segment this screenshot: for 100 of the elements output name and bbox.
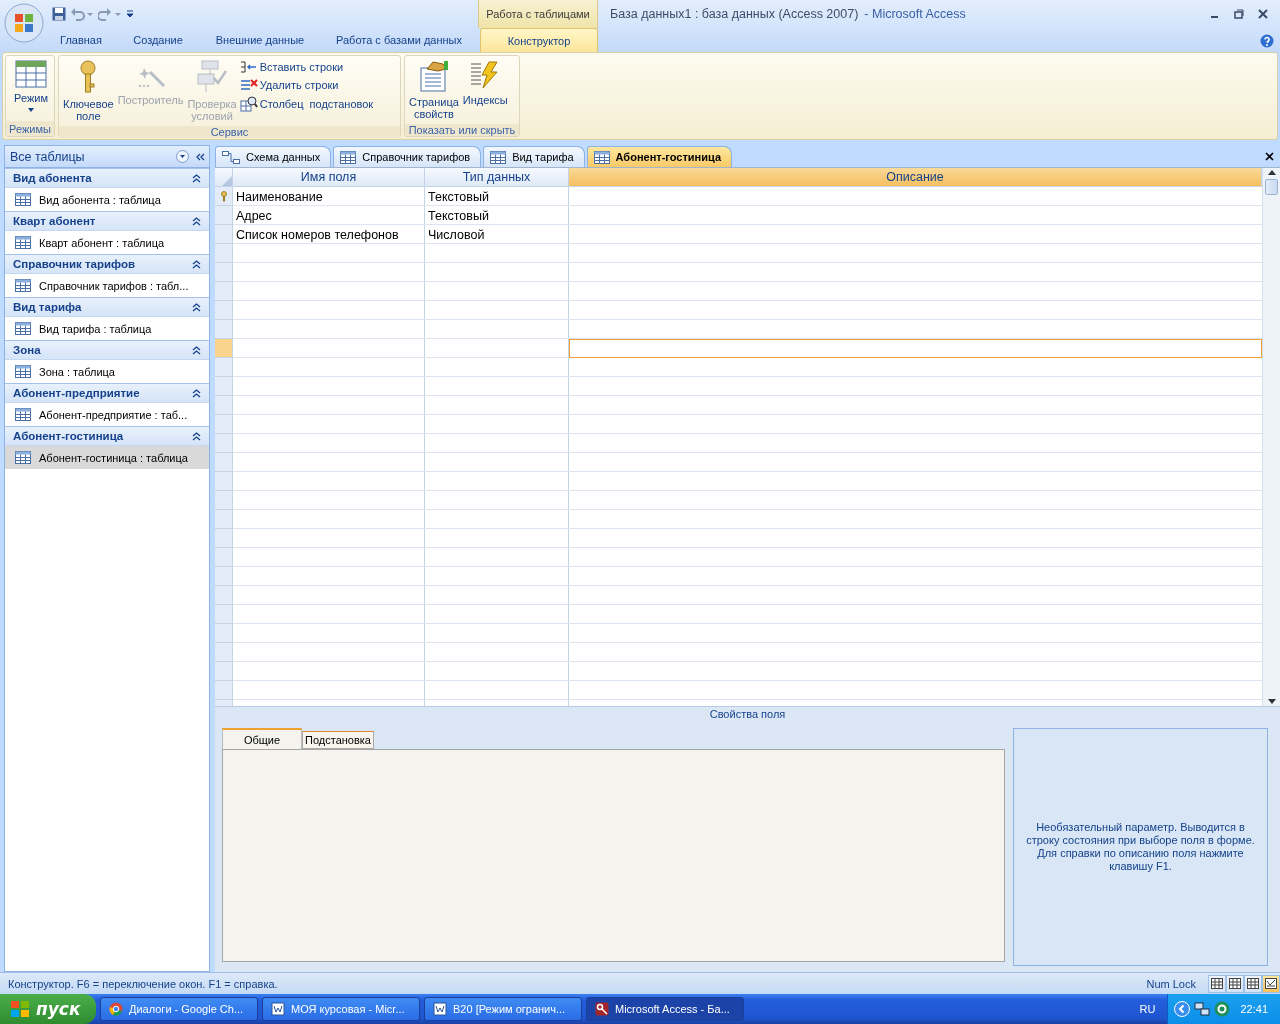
table-cell[interactable]: Текстовый (425, 187, 569, 206)
close-icon[interactable] (1258, 9, 1268, 19)
document-tab[interactable]: Справочник тарифов (333, 146, 482, 167)
save-icon[interactable] (52, 7, 66, 21)
customize-menu-icon[interactable] (126, 9, 134, 19)
windows-logo-icon (10, 1000, 30, 1018)
collapse-icon[interactable] (192, 216, 201, 226)
antivirus-icon[interactable] (1214, 1001, 1231, 1017)
table-icon (15, 193, 31, 206)
ribbon-button[interactable]: Столбец подстановок (239, 96, 374, 112)
table-icon (15, 408, 31, 421)
document-tab[interactable]: Вид тарифа (483, 146, 585, 167)
table-icon (490, 150, 507, 164)
chevron-left-icon[interactable] (1174, 1001, 1191, 1017)
checklist-icon (196, 60, 229, 94)
clock: 22:41 (1240, 1003, 1268, 1015)
ribbon-button[interactable]: Индексы (461, 58, 509, 122)
dropdown-icon[interactable] (176, 150, 189, 163)
close-icon[interactable] (1265, 151, 1274, 161)
insert-rows-icon (239, 60, 258, 74)
group-header[interactable]: Зона (13, 344, 41, 356)
table-cell[interactable]: Текстовый (425, 206, 569, 225)
collapse-icon[interactable] (192, 431, 201, 441)
delete-rows-icon (239, 78, 258, 92)
document-icon (271, 1002, 285, 1016)
design-view-icon (1265, 978, 1277, 989)
table-cell[interactable]: Наименование (233, 187, 425, 206)
view-button[interactable] (1208, 974, 1226, 993)
ribbon-tab[interactable]: Конструктор (480, 28, 598, 52)
document-tab[interactable]: Абонент-гостиница (586, 146, 733, 167)
lookup-column-icon (239, 96, 258, 112)
property-sheet-icon (417, 60, 450, 92)
application-name: - Microsoft Access (863, 6, 966, 23)
language-indicator[interactable]: RU (1139, 1003, 1168, 1015)
table-icon (15, 60, 47, 88)
caret-icon (28, 108, 34, 112)
network-icon[interactable] (1194, 1001, 1211, 1017)
browser-icon (109, 1002, 123, 1016)
scroll-thumb[interactable] (1265, 179, 1278, 195)
collapse-icon[interactable] (192, 388, 201, 398)
view-button[interactable] (1262, 974, 1280, 993)
scrollbar[interactable] (1262, 168, 1280, 706)
focused-cell[interactable] (569, 339, 1262, 358)
table-icon (15, 236, 31, 249)
table-icon (15, 279, 31, 292)
table-cell[interactable]: Список номеров телефонов (233, 225, 425, 244)
scroll-down-icon[interactable] (1267, 699, 1276, 704)
table-icon (15, 365, 31, 378)
table-icon (15, 322, 31, 335)
column-header[interactable]: Описание (569, 168, 1262, 187)
pivot-table-icon (1229, 978, 1241, 989)
ribbon-button[interactable]: Удалить строки (239, 78, 374, 92)
section-title: Свойства поля (215, 706, 1280, 720)
taskbar-button[interactable]: МОЯ курсовая - Micr... (262, 997, 420, 1021)
pivot-chart-icon (1247, 978, 1259, 989)
group-label: Режимы (6, 121, 54, 136)
property-tab[interactable]: Общие (222, 728, 302, 749)
column-header[interactable]: Тип данных (425, 168, 569, 187)
table-icon (15, 451, 31, 464)
collapse-pane-icon[interactable] (195, 151, 205, 162)
contextual-tab-group: Работа с таблицами (478, 0, 598, 28)
datasheet-view-icon (1211, 978, 1223, 989)
navigation-item[interactable]: Абонент-гостиница : таблица (5, 446, 209, 469)
view-button[interactable] (1244, 974, 1262, 993)
table-cell[interactable]: Адрес (233, 206, 425, 225)
num-lock-indicator: Num Lock (1146, 977, 1197, 990)
property-tab[interactable]: Подстановка (302, 731, 374, 749)
ribbon-button[interactable]: Вставить строки (239, 60, 374, 74)
scroll-up-icon[interactable] (1267, 170, 1276, 175)
help-icon[interactable] (1260, 34, 1274, 48)
document-icon (433, 1002, 447, 1016)
collapse-icon[interactable] (192, 345, 201, 355)
table-icon (593, 150, 610, 164)
ribbon-button[interactable]: Страница свойств (408, 58, 460, 122)
restore-icon[interactable] (1234, 9, 1244, 19)
taskbar-button[interactable]: B20 [Режим огранич... (424, 997, 582, 1021)
group-label: Сервис (59, 126, 400, 138)
ribbon-tab[interactable]: Внешние данные (200, 28, 320, 52)
table-cell[interactable]: Числовой (425, 225, 569, 244)
status-text: Конструктор. F6 = переключение окон. F1 = справка. (7, 977, 279, 990)
view-button[interactable] (1226, 974, 1244, 993)
collapse-icon[interactable] (192, 302, 201, 312)
taskbar-button[interactable]: Microsoft Access - Ба... (586, 997, 744, 1021)
ribbon-tab[interactable]: Главная (46, 28, 116, 52)
document-tab[interactable]: Схема данных (215, 146, 332, 167)
diagram-icon (222, 150, 240, 164)
collapse-icon[interactable] (192, 173, 201, 183)
collapse-icon[interactable] (192, 259, 201, 269)
ribbon-button[interactable]: Режим (9, 58, 53, 119)
ribbon-tab[interactable]: Создание (116, 28, 200, 52)
help-text: Необязательный параметр. Выводится в строку состояния при выборе поля в форме. Для справки по описанию поля нажмите клавишу F1. (1026, 821, 1255, 873)
ribbon-button[interactable]: Ключевое поле (62, 58, 115, 124)
ribbon-tab[interactable]: Работа с базами данных (320, 28, 478, 52)
table-icon (340, 150, 357, 164)
column-header[interactable]: Имя поля (233, 168, 425, 187)
taskbar-button[interactable]: Диалоги - Google Ch... (100, 997, 258, 1021)
group-label: Показать или скрыть (405, 124, 519, 136)
office-button[interactable] (4, 3, 44, 43)
window-title: База данных1 : база данных (Access 2007) (609, 6, 859, 23)
row-selector[interactable] (215, 187, 233, 206)
